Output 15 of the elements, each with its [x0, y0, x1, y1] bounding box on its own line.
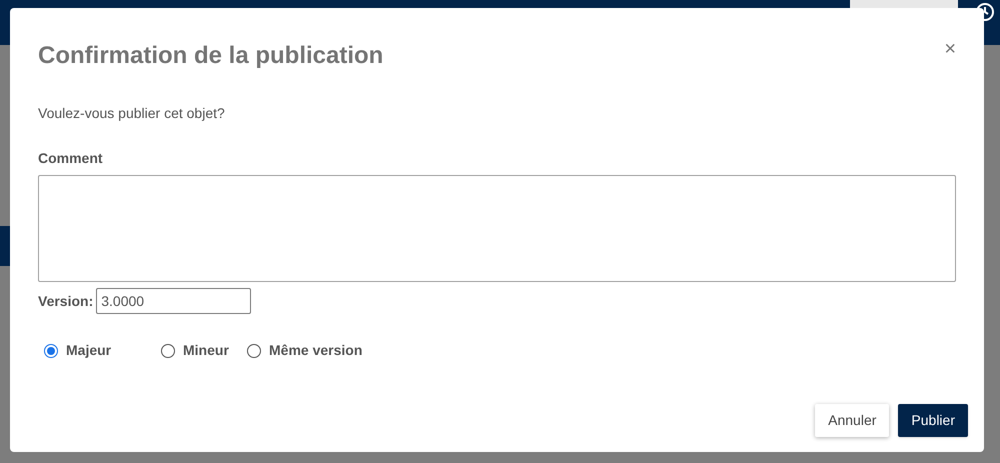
radio-label: Majeur — [66, 341, 112, 360]
radio-button[interactable] — [44, 344, 58, 358]
radio-button[interactable] — [161, 344, 175, 358]
publish-button[interactable]: Publier — [898, 404, 968, 437]
version-field[interactable]: 3.0000 — [96, 288, 252, 314]
radio-label: Mineur — [183, 341, 229, 360]
close-button[interactable]: × — [944, 39, 956, 59]
radio-button[interactable] — [247, 344, 261, 358]
cancel-button[interactable]: Annuler — [815, 404, 890, 437]
confirmation-message: Voulez-vous publier cet objet? — [38, 104, 226, 123]
comment-field[interactable] — [38, 175, 956, 282]
comment-label: Comment — [38, 149, 104, 168]
radio-label: Même version — [269, 341, 362, 360]
dialog-title: Confirmation de la publication — [38, 41, 384, 71]
version-label: Version: — [38, 292, 94, 310]
